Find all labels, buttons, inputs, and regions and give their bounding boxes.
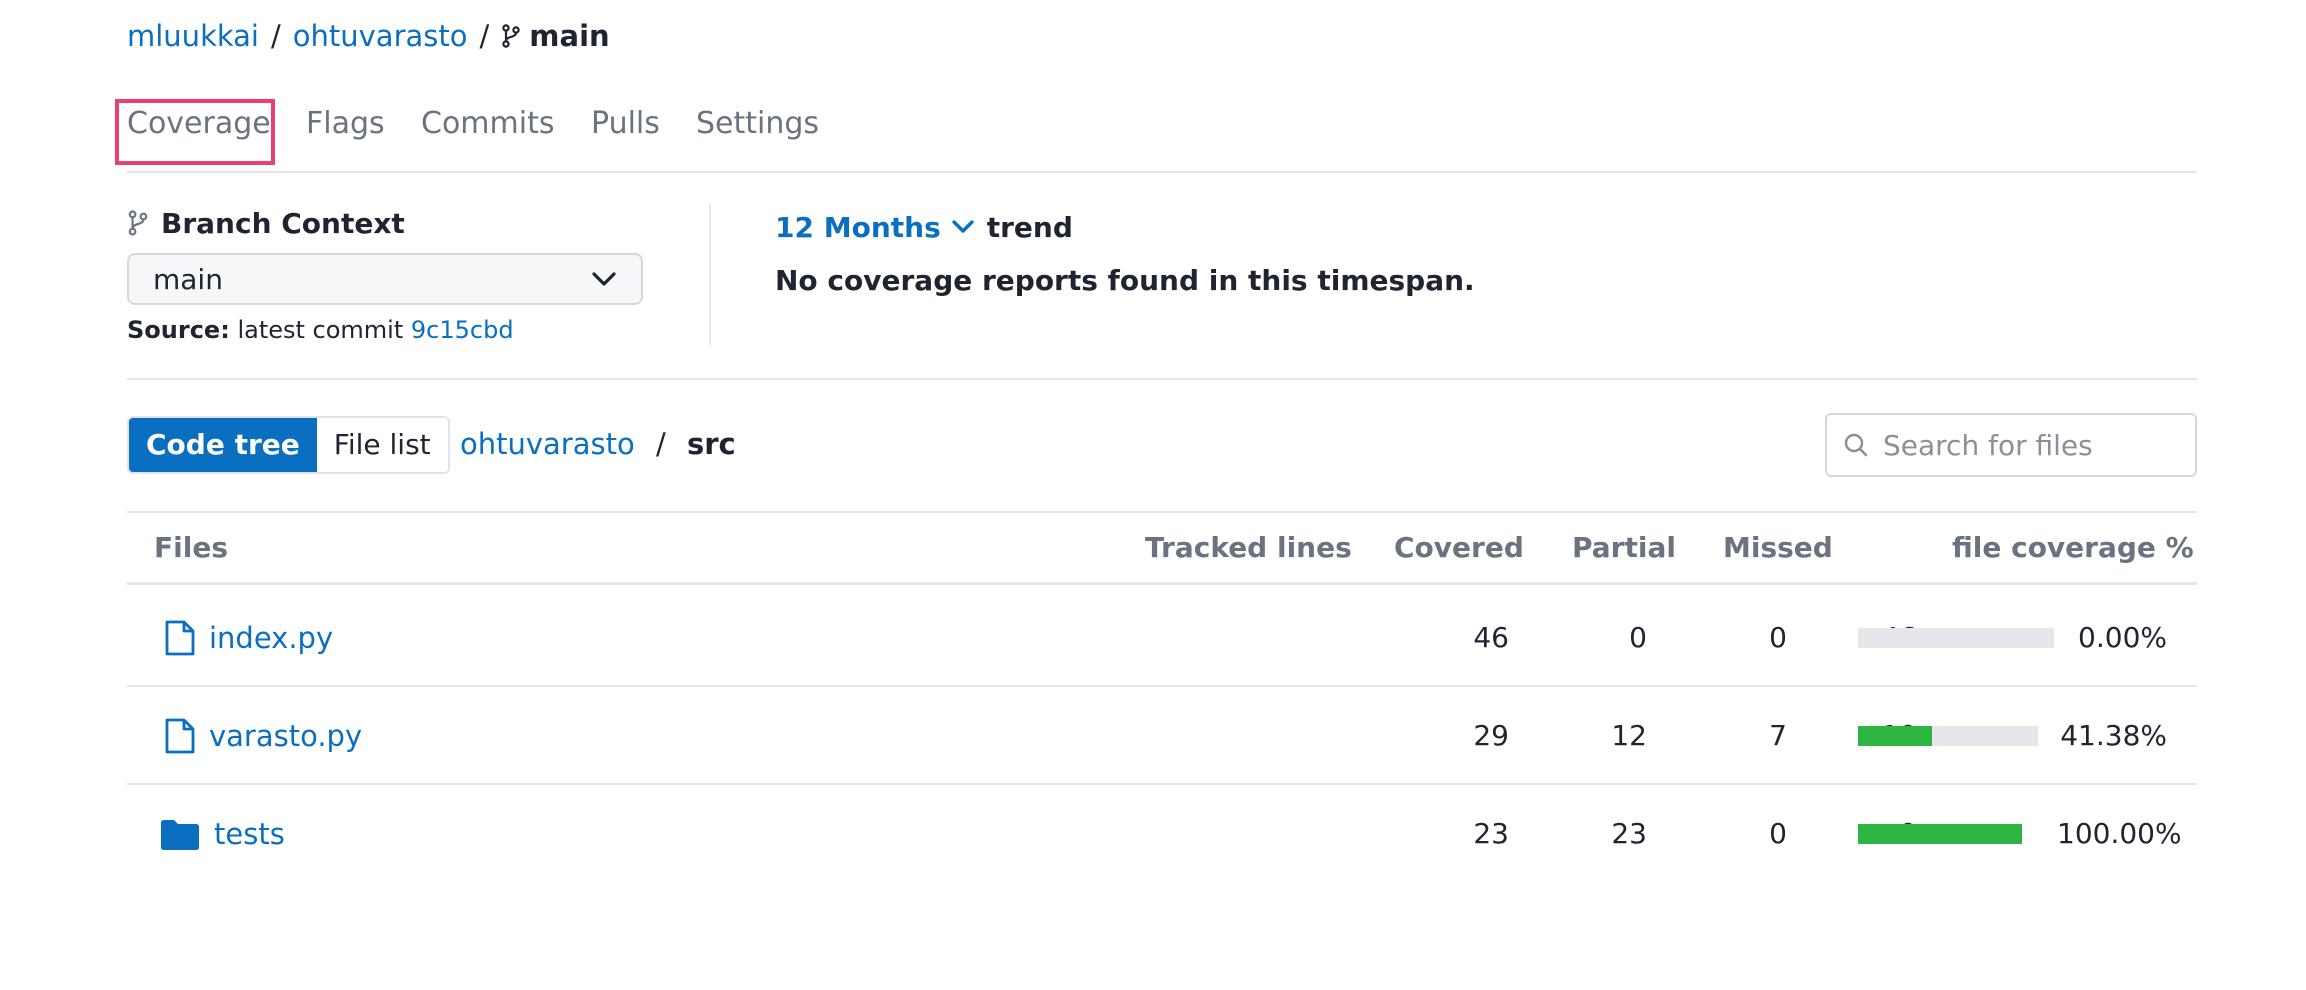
table-row[interactable]: tests 23 23 0 0 100.00%	[127, 785, 2197, 883]
file-name: index.py	[209, 621, 334, 655]
file-name: varasto.py	[209, 719, 363, 753]
coverage-percent: 0.00%	[2078, 621, 2167, 654]
file-path-breadcrumb: ohtuvarasto / src	[460, 424, 736, 464]
no-coverage-message: No coverage reports found in this timesp…	[775, 264, 1475, 297]
trend-range-label: 12 Months	[775, 210, 941, 244]
trend-label: trend	[986, 210, 1073, 244]
path-root-link[interactable]: ohtuvarasto	[460, 427, 635, 461]
path-separator: /	[655, 427, 666, 461]
view-toggle: Code tree File list	[127, 416, 450, 474]
file-search	[1825, 413, 2197, 477]
source-text: latest commit	[237, 316, 404, 344]
column-header-missed: Missed	[1723, 531, 1833, 564]
file-name-link[interactable]: index.py	[163, 589, 333, 687]
repo-tabs: Coverage Flags Commits Pulls Settings	[115, 95, 2197, 173]
file-icon	[163, 618, 197, 658]
code-tree-button[interactable]: Code tree	[129, 418, 317, 472]
coverage-percent: 100.00%	[2057, 817, 2182, 850]
partial-value: 0	[1769, 817, 1787, 850]
breadcrumb-separator: /	[479, 19, 490, 53]
branch-select-value: main	[153, 262, 223, 296]
coverage-bar	[1858, 726, 2038, 746]
column-header-files: Files	[154, 531, 228, 564]
folder-name: tests	[214, 817, 285, 851]
coverage-bar-fill	[1858, 726, 1933, 746]
section-divider	[127, 378, 2197, 380]
tracked-lines-value: 46	[1473, 621, 1509, 654]
git-branch-icon	[128, 210, 148, 236]
chevron-down-icon	[952, 220, 974, 233]
file-name-link[interactable]: varasto.py	[163, 687, 362, 785]
breadcrumb-branch-name: main	[529, 19, 610, 53]
breadcrumb-owner-link[interactable]: mluukkai	[127, 19, 259, 53]
file-icon	[163, 716, 197, 756]
files-table-body: index.py 46 0 0 46 0.00% varasto.py 29 1…	[127, 589, 2197, 889]
page: mluukkai / ohtuvarasto / main Coverage F…	[115, 0, 2197, 990]
branch-context-label: Branch Context	[161, 206, 405, 240]
breadcrumb-repo-link[interactable]: ohtuvarasto	[293, 19, 468, 53]
tab-flags[interactable]: Flags	[306, 103, 385, 145]
table-row[interactable]: varasto.py 29 12 7 10 41.38%	[127, 687, 2197, 785]
tracked-lines-value: 23	[1473, 817, 1509, 850]
search-icon	[1844, 433, 1868, 457]
coverage-bar	[1858, 628, 2054, 648]
trend-range-dropdown[interactable]: 12 Months	[775, 211, 987, 244]
coverage-bar-fill	[1858, 824, 2022, 844]
file-list-button[interactable]: File list	[316, 418, 448, 472]
column-header-file-coverage: file coverage %	[1952, 531, 2194, 564]
branch-select[interactable]: main	[127, 253, 643, 305]
folder-icon	[160, 817, 200, 851]
git-branch-icon	[502, 24, 520, 48]
tracked-lines-value: 29	[1473, 719, 1509, 752]
breadcrumb-branch: main	[501, 19, 610, 53]
covered-value: 12	[1611, 719, 1647, 752]
partial-value: 7	[1769, 719, 1787, 752]
path-current: src	[686, 427, 736, 461]
breadcrumb-separator: /	[270, 19, 281, 53]
trend-header: 12 Months trend	[775, 208, 1073, 246]
chevron-down-icon	[592, 272, 616, 286]
coverage-bar	[1858, 824, 2022, 844]
commit-hash-link[interactable]: 9c15cbd	[411, 316, 514, 344]
folder-name-link[interactable]: tests	[160, 785, 285, 883]
vertical-divider	[709, 205, 711, 345]
coverage-percent: 41.38%	[2060, 719, 2167, 752]
tab-commits[interactable]: Commits	[421, 103, 554, 145]
column-header-partial: Partial	[1572, 531, 1676, 564]
column-header-covered: Covered	[1394, 531, 1524, 564]
tab-settings[interactable]: Settings	[696, 103, 819, 145]
column-header-tracked-lines: Tracked lines	[1145, 531, 1352, 564]
tab-pulls[interactable]: Pulls	[591, 103, 660, 145]
source-info: Source: latest commit 9c15cbd	[127, 314, 514, 346]
covered-value: 23	[1611, 817, 1647, 850]
covered-value: 0	[1629, 621, 1647, 654]
files-table-header: Files Tracked lines Covered Partial Miss…	[127, 511, 2197, 585]
source-label: Source:	[127, 316, 230, 344]
partial-value: 0	[1769, 621, 1787, 654]
tab-coverage-label: Coverage	[127, 106, 271, 141]
branch-context-title: Branch Context	[127, 205, 405, 241]
table-row[interactable]: index.py 46 0 0 46 0.00%	[127, 589, 2197, 687]
search-input[interactable]	[1881, 427, 2185, 463]
tab-coverage[interactable]: Coverage	[115, 99, 275, 165]
breadcrumb: mluukkai / ohtuvarasto / main	[127, 16, 610, 56]
